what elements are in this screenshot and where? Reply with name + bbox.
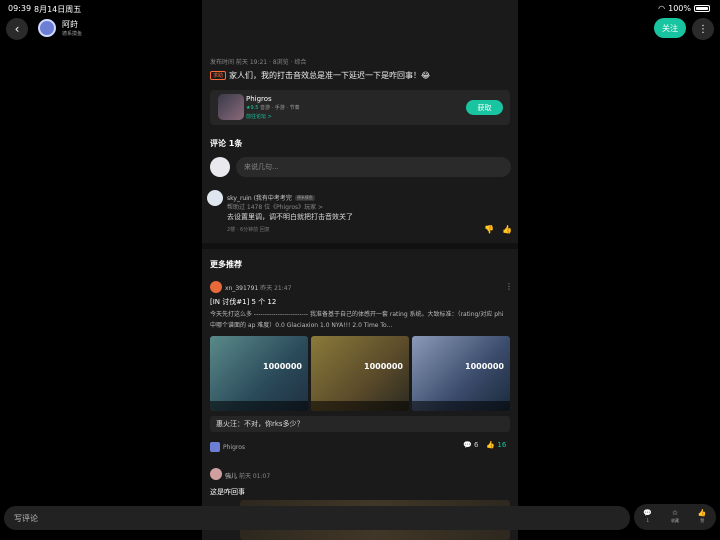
- clock-time: 09:39: [8, 4, 32, 13]
- author-name[interactable]: 阿莳: [62, 19, 78, 30]
- rec-image[interactable]: 1000000: [210, 336, 308, 411]
- game-card[interactable]: Phigros ★9.5 音游 · 手游 · 节奏 前往论坛 > 获取: [210, 90, 510, 125]
- rec2-author-avatar[interactable]: [210, 468, 222, 480]
- comment-input[interactable]: 来说几句...: [236, 157, 511, 177]
- game-score: ★9.5: [246, 105, 259, 111]
- commenter-name[interactable]: sky_ruin (我有中考考完: [227, 193, 292, 202]
- rec-likes-count: 16: [497, 441, 507, 449]
- comment-icon: 💬: [643, 509, 653, 517]
- comment-footer[interactable]: 2楼 · 6分钟前 回复: [227, 226, 270, 233]
- comments-heading: 评论 1条: [210, 139, 243, 148]
- action-group: 💬 1 ☆ 收藏 👍 赞: [634, 504, 716, 530]
- rec-image-row: 1000000 1000000 1000000: [210, 336, 510, 411]
- rec-source[interactable]: Phigros: [210, 442, 245, 452]
- commenter-line: sky_ruin (我有中考考完 德系摸鱼: [227, 193, 315, 202]
- wifi-icon: ◠: [658, 4, 666, 13]
- rec2-post-time: 前天 01:07: [238, 473, 271, 480]
- rec2-author-name[interactable]: 強儿: [225, 473, 237, 480]
- rec-author-line: xn_391791 昨天 21:47: [225, 283, 291, 292]
- battery-icon: [694, 5, 710, 12]
- author-avatar[interactable]: [38, 19, 56, 37]
- rec-post-title[interactable]: [IN 讨伐#1] 5 个 12: [210, 297, 276, 307]
- post-meta: 发布时间 前天 19:21 · 8浏览 · 综合: [210, 59, 307, 66]
- rec-source-name: Phigros: [223, 443, 246, 451]
- more-vertical-icon: ⋮: [698, 23, 708, 35]
- post-text-line: 求助 家人们，我的打击音效总是准一下延迟一下是咋回事！😂: [210, 70, 430, 81]
- post-text: 家人们，我的打击音效总是准一下延迟一下是咋回事！😂: [229, 71, 431, 80]
- game-info: ★9.5 音游 · 手游 · 节奏: [246, 104, 300, 111]
- bottom-bar: 写评论 💬 1 ☆ 收藏 👍 赞: [0, 502, 720, 540]
- commenter-help-info[interactable]: 帮助过 1478 位《Phigros》玩家 >: [227, 202, 323, 211]
- rec-more-button[interactable]: ⋮: [505, 282, 513, 291]
- comment-count-button[interactable]: 💬 1: [643, 509, 652, 525]
- rec2-author-line: 強儿 前天 01:07: [225, 471, 270, 480]
- thumbs-up-icon: 👍: [486, 441, 496, 449]
- like-label: 赞: [700, 518, 705, 523]
- game-forum-link[interactable]: 前往论坛 >: [246, 113, 272, 120]
- commenter-badge: 德系摸鱼: [294, 194, 315, 201]
- rec-comments-count: 6: [473, 441, 479, 449]
- rec-likes[interactable]: 👍 16: [486, 441, 506, 449]
- like-button[interactable]: 👍 赞: [698, 509, 707, 525]
- comment-count: 1: [646, 518, 650, 523]
- image-score: 1000000: [465, 362, 504, 371]
- chevron-left-icon: ‹: [14, 22, 20, 36]
- my-avatar: [210, 157, 230, 177]
- like-icon[interactable]: 👍: [502, 225, 512, 234]
- thumbs-up-icon: 👍: [697, 509, 707, 517]
- rec-image[interactable]: 1000000: [311, 336, 409, 411]
- section-divider: [202, 243, 518, 249]
- clock-date: 8月14日周五: [34, 5, 82, 14]
- content-panel: [202, 0, 518, 540]
- image-score: 1000000: [263, 362, 302, 371]
- image-score: 1000000: [364, 362, 403, 371]
- follow-button[interactable]: 关注: [654, 18, 686, 38]
- rec-image[interactable]: 1000000: [412, 336, 510, 411]
- star-icon: ☆: [671, 509, 679, 517]
- comment-actions: 👎 👍: [484, 225, 512, 234]
- dislike-icon[interactable]: 👎: [484, 225, 494, 234]
- comment-text: 去设置里调，调不明白就把打击音效关了: [227, 213, 353, 221]
- game-source-icon: [210, 442, 220, 452]
- rec2-post-title[interactable]: 这是咋回事: [210, 487, 245, 497]
- back-button[interactable]: ‹: [6, 18, 28, 40]
- game-tags: 音游 · 手游 · 节奏: [260, 105, 300, 111]
- rec-post-time: 昨天 21:47: [260, 285, 292, 292]
- rec-author-avatar[interactable]: [210, 281, 222, 293]
- collect-label: 收藏: [670, 518, 679, 523]
- collect-button[interactable]: ☆ 收藏: [671, 509, 679, 525]
- commenter-avatar[interactable]: [207, 190, 223, 206]
- post-tag: 求助: [210, 71, 227, 80]
- rec-author-name[interactable]: xn_391791: [225, 285, 258, 292]
- get-game-button[interactable]: 获取: [466, 100, 503, 115]
- rec-comments[interactable]: 💬 6: [463, 441, 478, 449]
- battery-percent: 100%: [668, 4, 691, 13]
- status-right: ◠ 100%: [658, 4, 710, 13]
- game-icon: [218, 94, 244, 120]
- author-subtitle: 德系摸鱼: [62, 31, 83, 37]
- rec-reply-preview[interactable]: 惠火汪：不对，你rks多少？: [210, 416, 510, 432]
- comment-icon: 💬: [463, 441, 472, 449]
- rec-stats: 💬 6 👍 16: [463, 441, 506, 449]
- recommend-heading: 更多推荐: [210, 260, 242, 269]
- more-button[interactable]: ⋮: [692, 18, 714, 40]
- game-name: Phigros: [246, 95, 272, 103]
- rec-post-body[interactable]: 今天先打这么多 ------------------------- 我准备基于自…: [210, 309, 510, 331]
- write-comment-input[interactable]: 写评论: [4, 506, 630, 530]
